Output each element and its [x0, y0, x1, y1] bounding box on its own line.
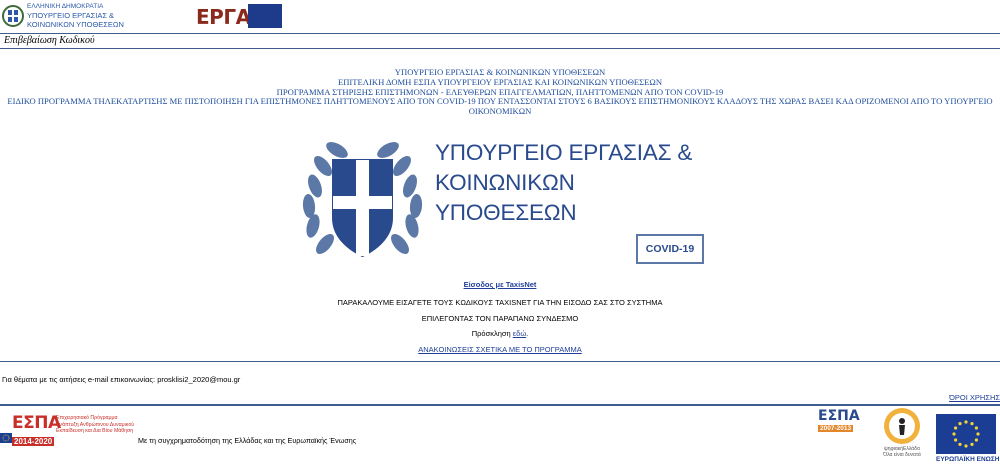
espa-logo-years: 2014-2020 [12, 437, 55, 446]
header-bar [282, 0, 1000, 33]
covid-badge: COVID-19 [636, 234, 704, 264]
announcements-link[interactable]: ΑΝΑΚΟΙΝΩΣΕΙΣ ΣΧΕΤΙΚΑ ΜΕ ΤΟ ΠΡΟΓΡΑΜΜΑ [0, 345, 1000, 354]
invitation-label: Πρόσκληση [471, 329, 511, 338]
espa-logo-word: ΕΣΠΑ [12, 413, 61, 433]
eu-flag-small-icon [0, 433, 12, 443]
invitation-link[interactable]: εδώ [513, 329, 526, 338]
terms-of-use-link[interactable]: ΌΡΟΙ ΧΡΗΣΗΣ [949, 393, 1000, 402]
banner-ministry-line2: ΚΟΙΝΩΝΙΚΩΝ ΥΠΟΘΕΣΕΩΝ [435, 170, 577, 225]
banner-ministry-name: ΥΠΟΥΡΓΕΙΟ ΕΡΓΑΣΙΑΣ & ΚΟΙΝΩΝΙΚΩΝ ΥΠΟΘΕΣΕΩ… [435, 138, 705, 228]
ministry-banner: ΥΠΟΥΡΓΕΙΟ ΕΡΓΑΣΙΑΣ & ΚΟΙΝΩΝΙΚΩΝ ΥΠΟΘΕΣΕΩ… [295, 122, 705, 274]
greek-coat-of-arms-icon [302, 142, 423, 258]
ministry-logo[interactable]: ΕΛΛΗΝΙΚΗ ΔΗΜΟΚΡΑΤΙΑ ΥΠΟΥΡΓΕΙΟ ΕΡΓΑΣΙΑΣ &… [2, 2, 142, 32]
digital-greece-logo[interactable]: ψηφιακήΕλλάδα Όλα είναι δυνατά [878, 408, 926, 460]
ministry-name-line1: ΕΛΛΗΝΙΚΗ ΔΗΜΟΚΡΑΤΙΑ [27, 3, 104, 10]
banner-ministry-line1: ΥΠΟΥΡΓΕΙΟ ΕΡΓΑΣΙΑΣ & [435, 140, 693, 165]
espa2-logo-word: ΕΣΠΑ [818, 408, 860, 424]
program-titles: ΥΠΟΥΡΓΕΙΟ ΕΡΓΑΣΙΑΣ & ΚΟΙΝΩΝΙΚΩΝ ΥΠΟΘΕΣΕΩ… [0, 67, 1000, 117]
header-blue-block [248, 4, 282, 28]
content-divider [0, 361, 1000, 362]
espa-logo-tagline: Επιχειρησιακό Πρόγραμμα Ανάπτυξη Ανθρώπι… [56, 415, 136, 435]
digital-greece-figure-icon [889, 413, 915, 439]
login-instruction-line2: ΕΠΙΛΕΓΟΝΤΑΣ ΤΟΝ ΠΑΡΑΠΑΝΩ ΣΥΝΔΕΣΜΟ [421, 314, 579, 323]
footer-divider [0, 404, 1000, 406]
page-title: Επιβεβαίωση Κωδικού [4, 35, 95, 46]
greek-emblem-icon [2, 5, 24, 27]
cofunding-text: Με τη συγχρηματοδότηση της Ελλάδας και τ… [138, 436, 357, 445]
espa-2007-2013-logo[interactable]: ΕΣΠΑ 2007-2013 [818, 408, 872, 442]
taxisnet-login-link[interactable]: Είσοδος με TaxisNet [0, 280, 1000, 289]
espa-2014-2020-logo[interactable]: ΕΣΠΑ 2014-2020 Επιχειρησιακό Πρόγραμμα Α… [0, 413, 135, 459]
espa2-logo-years: 2007-2013 [818, 425, 854, 432]
ministry-name-line2: ΥΠΟΥΡΓΕΙΟ ΕΡΓΑΣΙΑΣ & [27, 11, 115, 20]
invitation-line: Πρόσκληση εδώ. [0, 329, 1000, 338]
login-instruction-line1: ΠΑΡΑΚΑΛΟΥΜΕ ΕΙΣΑΓΕΤΕ ΤΟΥΣ ΚΩΔΙΚΟΥΣ TAXIS… [337, 298, 663, 307]
digital-greece-line2: Όλα είναι δυνατά [883, 452, 921, 458]
ministry-name-line3: ΚΟΙΝΩΝΙΚΩΝ ΥΠΟΘΕΣΕΩΝ [27, 20, 124, 29]
eu-flag-icon [936, 414, 996, 454]
contact-email-text: Για θέματα με τις αιτήσεις e-mail επικοι… [2, 375, 241, 384]
digital-greece-text: ψηφιακήΕλλάδα Όλα είναι δυνατά [878, 446, 926, 458]
invitation-suffix: . [526, 329, 529, 338]
eu-label: ΕΥΡΩΠΑΪΚΗ ΕΝΩΣΗ [936, 456, 1000, 463]
european-union-logo[interactable]: ΕΥΡΩΠΑΪΚΗ ΕΝΩΣΗ [936, 414, 1000, 466]
espa-tagline-line3: Εκπαίδευση και Δια Βίου Μάθηση [56, 428, 134, 434]
site-header: ΕΛΛΗΝΙΚΗ ΔΗΜΟΚΡΑΤΙΑ ΥΠΟΥΡΓΕΙΟ ΕΡΓΑΣΙΑΣ &… [0, 0, 1000, 33]
page-heading-bar: Επιβεβαίωση Κωδικού [0, 34, 1000, 49]
title-teletraining-program: ΕΙΔΙΚΟ ΠΡΟΓΡΑΜΜΑ ΤΗΛΕΚΑΤΑΡΤΙΣΗΣ ΜΕ ΠΙΣΤΟ… [7, 96, 993, 117]
